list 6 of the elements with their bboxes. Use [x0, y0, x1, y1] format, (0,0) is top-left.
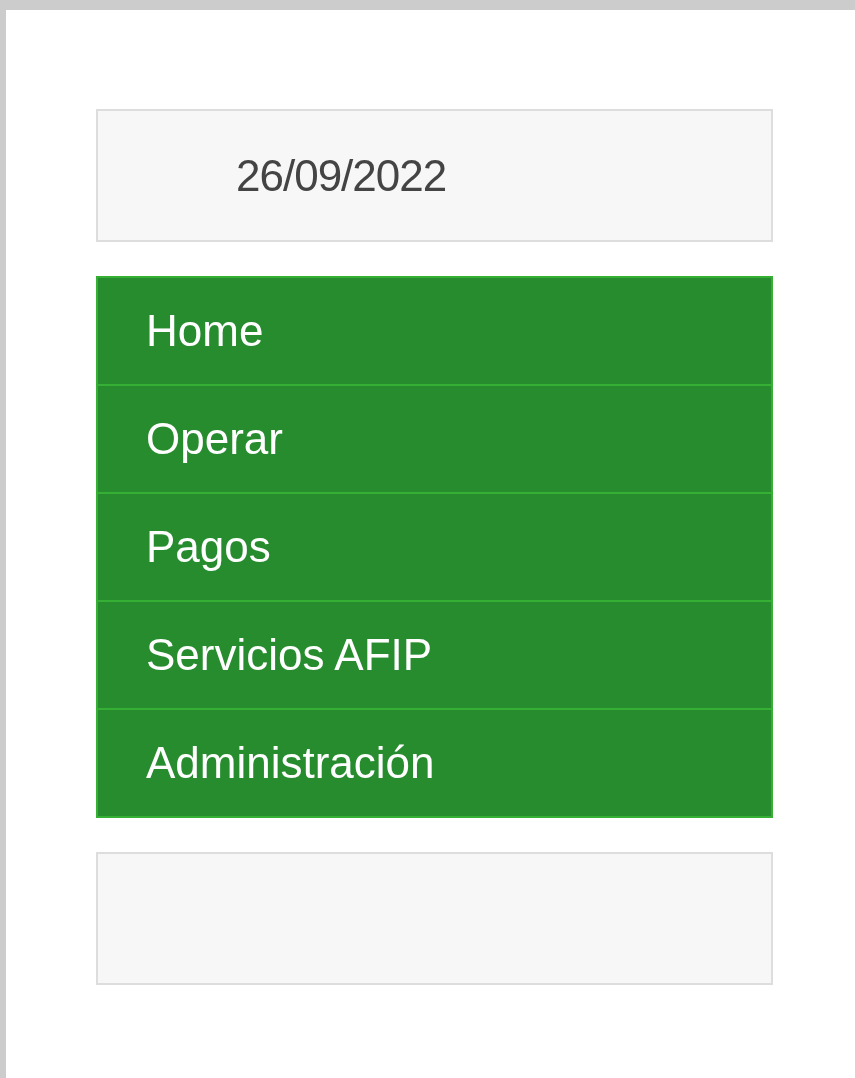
menu-item[interactable]: Home	[98, 278, 771, 384]
menu-item[interactable]: Pagos	[98, 492, 771, 600]
menu-item[interactable]: Operar	[98, 384, 771, 492]
menu-item[interactable]: Servicios AFIP	[98, 600, 771, 708]
date-text: 26/09/2022	[236, 150, 447, 201]
menu-item[interactable]: Administración	[98, 708, 771, 816]
